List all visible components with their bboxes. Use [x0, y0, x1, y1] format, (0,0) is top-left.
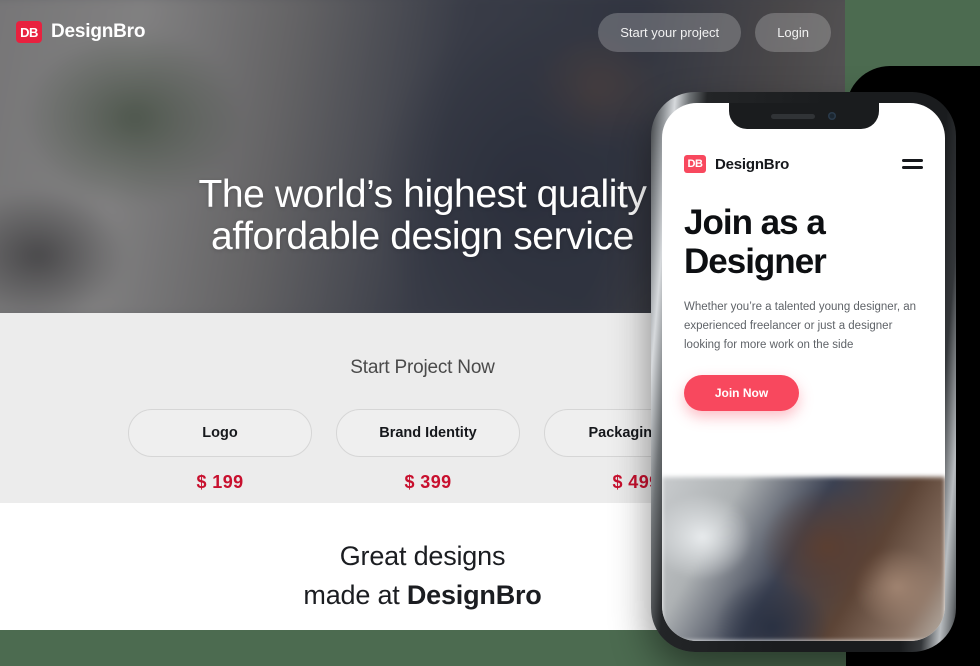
- phone-notch: [728, 103, 879, 129]
- join-now-button[interactable]: Join Now: [684, 375, 799, 412]
- header-actions: Start your project Login: [598, 12, 831, 52]
- product-logo-price: $ 199: [196, 472, 244, 492]
- start-your-project-button[interactable]: Start your project: [598, 12, 742, 52]
- designbro-logo-mark-icon: DB: [16, 21, 42, 43]
- designbro-logo-mark-icon: DB: [684, 155, 706, 173]
- mobile-logo-wordmark: DesignBro: [715, 155, 790, 173]
- mobile-hero-subtitle: Whether you’re a talented young designer…: [684, 301, 917, 352]
- hamburger-menu-icon[interactable]: [902, 159, 923, 169]
- hamburger-bar: [902, 159, 923, 162]
- login-button[interactable]: Login: [755, 12, 831, 52]
- earpiece-speaker-icon: [771, 113, 815, 119]
- hamburger-bar: [902, 166, 923, 169]
- mobile-hero-title: Join as a Designer: [684, 203, 827, 282]
- closing-line-2-prefix: made at: [303, 580, 407, 611]
- site-logo[interactable]: DB DesignBro: [16, 21, 145, 43]
- closing-line-2-brand: DesignBro: [406, 580, 542, 611]
- mobile-hero-photo: [662, 477, 945, 641]
- site-header: DB DesignBro Start your project Login: [0, 0, 845, 64]
- mobile-header: DB DesignBro: [662, 147, 945, 181]
- phone-mockup: DB DesignBro Join as a Designer Whether …: [651, 92, 956, 652]
- phone-screen: DB DesignBro Join as a Designer Whether …: [662, 103, 945, 641]
- pricing-card: Brand Identity $ 399: [336, 409, 520, 493]
- product-brand-identity-button[interactable]: Brand Identity: [336, 409, 520, 457]
- site-logo-wordmark: DesignBro: [51, 21, 146, 42]
- mobile-site-logo[interactable]: DB DesignBro: [684, 155, 789, 173]
- front-camera-icon: [828, 112, 836, 120]
- mobile-hero: Join as a Designer Whether you’re a tale…: [662, 203, 945, 412]
- product-brand-identity-price: $ 399: [404, 472, 452, 492]
- pricing-card: Logo $ 199: [128, 409, 312, 493]
- product-logo-button[interactable]: Logo: [128, 409, 312, 457]
